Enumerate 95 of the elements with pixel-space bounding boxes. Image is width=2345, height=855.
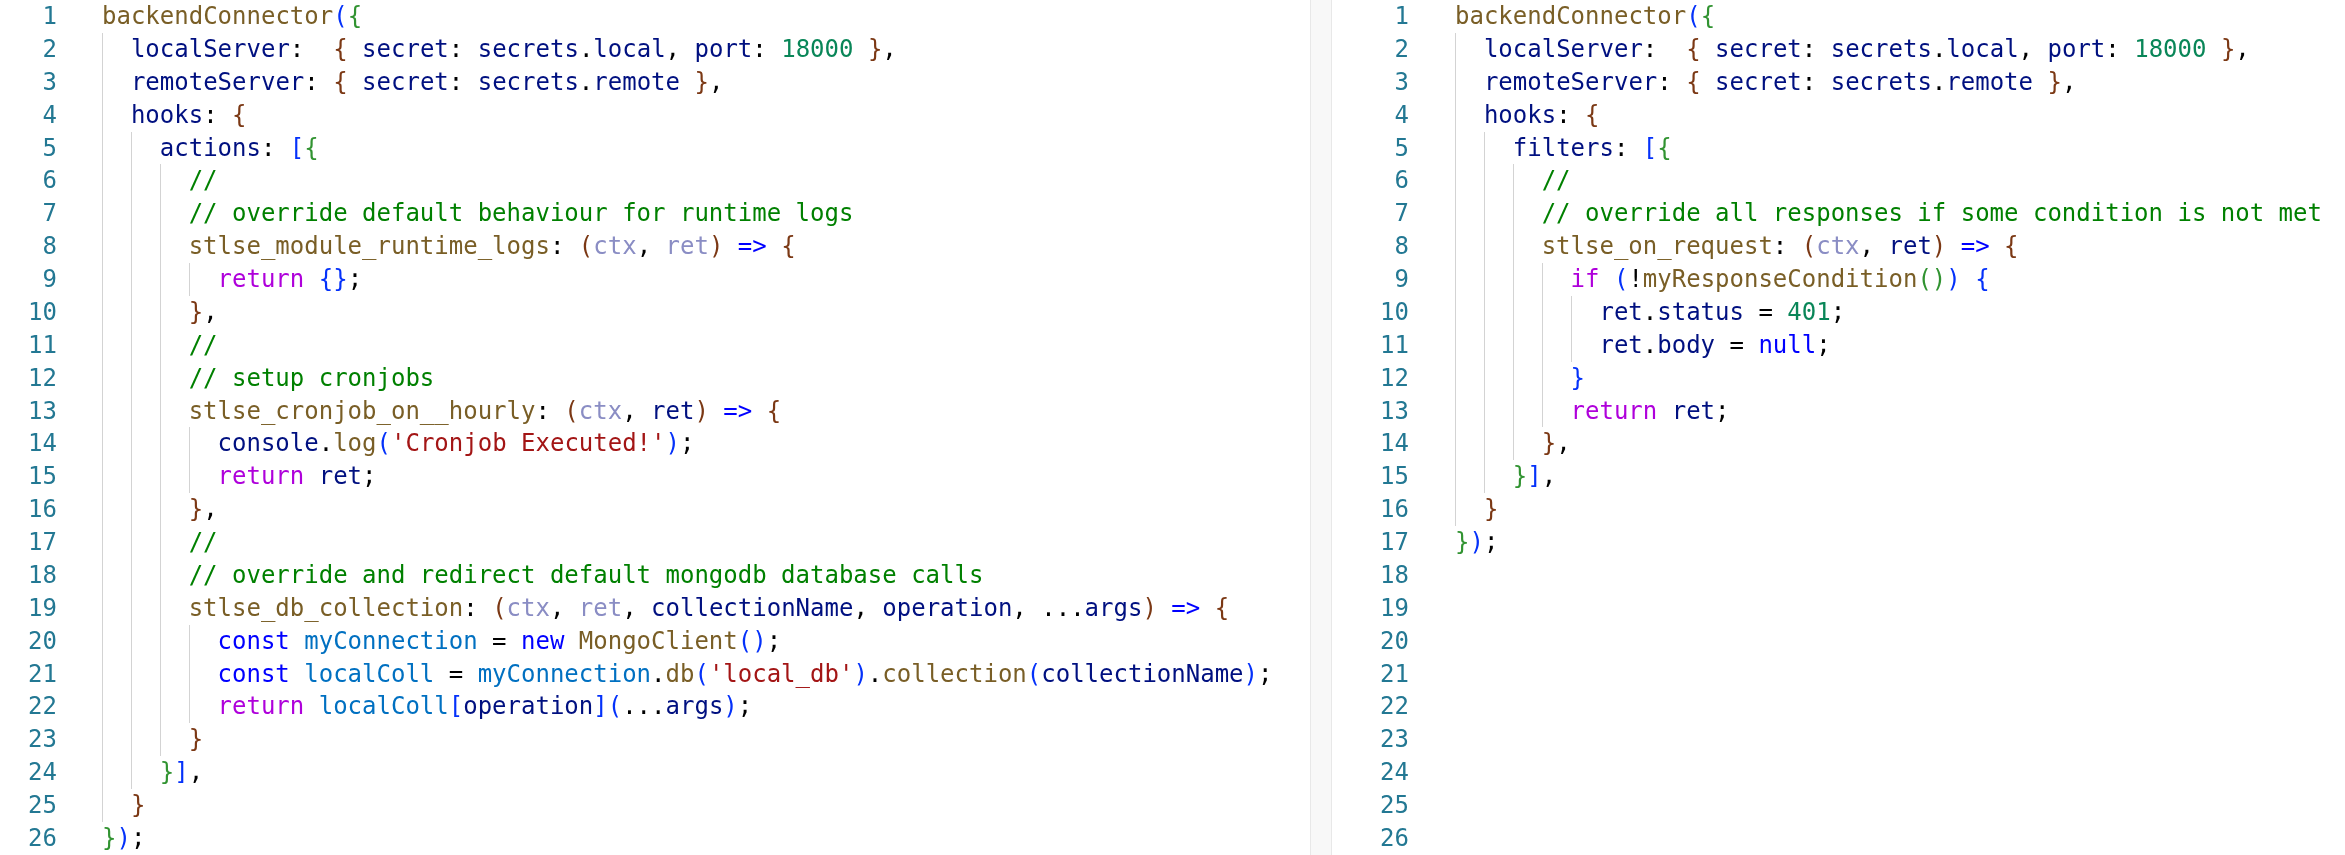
line-number: 4 [42,99,57,131]
line-number: 26 [28,822,57,854]
code-line: backendConnector({ [1455,1,1716,32]
line-number: 1 [42,1,57,32]
line-number: 17 [1380,527,1409,558]
line-number: 9 [42,264,57,295]
line-number: 10 [28,296,57,328]
line-number: 26 [1380,822,1409,854]
code-line: ret.status = 401; [1599,296,1846,328]
code-line: } [188,724,204,756]
line-number: 20 [28,625,57,657]
line-number: 1 [1394,1,1409,32]
line-number: 19 [1380,592,1409,624]
code-line: return localColl[operation](...args); [217,691,753,723]
code-line: return ret; [217,461,377,493]
line-number: 25 [28,790,57,821]
code-line: stlse_cronjob_on__hourly: (ctx, ret) => { [188,395,782,427]
code-line: // [188,527,218,558]
code-line: stlse_module_runtime_logs: (ctx, ret) => { [188,231,796,263]
line-number: 8 [42,231,57,263]
line-number: 21 [28,658,57,690]
code-line: stlse_on_request: (ctx, ret) => { [1541,231,2019,263]
line-number: 21 [1380,658,1409,690]
code-line: } [1483,494,1499,526]
line-number: 15 [28,461,57,493]
line-number: 10 [1380,296,1409,328]
line-number: 17 [28,527,57,558]
code-line: // setup cronjobs [188,362,435,394]
code-line: } [130,790,146,821]
code-line: console.log('Cronjob Executed!'); [217,428,695,460]
code-line: actions: [{ [159,132,319,164]
code-line: remoteServer: { secret: secrets.remote }, [1483,66,2077,98]
line-number: 8 [1394,231,1409,263]
line-number: 15 [1380,461,1409,493]
line-number: 9 [1394,264,1409,295]
line-number: 6 [42,165,57,197]
code-line: stlse_db_collection: (ctx, ret, collectionName, operation, ...args) => { [188,592,1230,624]
line-number: 18 [28,559,57,591]
code-line: return {}; [217,264,363,295]
line-number: 19 [28,592,57,624]
line-number: 20 [1380,625,1409,657]
code-line: // override default behaviour for runtime logs [188,198,854,230]
line-number: 14 [1380,428,1409,460]
code-line: }, [188,296,218,328]
code-line: // [1541,165,1571,197]
code-line: ret.body = null; [1599,329,1831,361]
line-number: 2 [1394,33,1409,65]
line-number: 16 [28,494,57,526]
code-line: } [1570,362,1585,394]
code-line: remoteServer: { secret: secrets.remote }, [130,66,724,98]
code-line: }); [102,822,146,854]
code-line: filters: [{ [1512,132,1672,164]
code-line: // [188,329,218,361]
line-number: 23 [28,724,57,756]
line-number: 13 [1380,395,1409,427]
line-number: 18 [1380,559,1409,591]
code-line: // [188,165,218,197]
line-number: 14 [28,428,57,460]
code-line: }], [1512,461,1557,493]
line-number: 22 [28,691,57,723]
line-number: 5 [42,132,57,164]
line-number: 22 [1380,691,1409,723]
line-number: 12 [1380,362,1409,394]
line-number: 4 [1394,99,1409,131]
code-line: const myConnection = new MongoClient(); [217,625,782,657]
code-line: }], [159,757,204,789]
code-line: const localColl = myConnection.db('local_db').collection(collectionName); [217,658,1273,690]
code-line: }, [1541,428,1571,460]
line-number: 23 [1380,724,1409,756]
code-line: hooks: { [130,99,247,131]
line-number: 25 [1380,790,1409,821]
code-line: localServer: { secret: secrets.local, port: 18000 }, [130,33,897,65]
code-line: backendConnector({ [102,1,363,32]
code-line: if (!myResponseCondition()) { [1570,264,1990,295]
line-number: 6 [1394,165,1409,197]
line-number: 11 [28,329,57,361]
line-number: 12 [28,362,57,394]
line-number: 16 [1380,494,1409,526]
line-number: 2 [42,33,57,65]
line-number: 11 [1380,329,1409,361]
line-number: 7 [1394,198,1409,230]
code-line: }, [188,494,218,526]
code-line: // override all responses if some condition is not met [1541,198,2322,230]
line-number: 3 [42,66,57,98]
code-line: // override and redirect default mongodb database calls [188,559,984,591]
line-number: 24 [28,757,57,789]
line-number: 13 [28,395,57,427]
code-line: return ret; [1570,395,1730,427]
line-number: 5 [1394,132,1409,164]
code-line: hooks: { [1483,99,1600,131]
line-number: 7 [42,198,57,230]
code-line: }); [1455,527,1499,558]
line-number: 24 [1380,757,1409,789]
line-number: 3 [1394,66,1409,98]
code-line: localServer: { secret: secrets.local, port: 18000 }, [1483,33,2250,65]
